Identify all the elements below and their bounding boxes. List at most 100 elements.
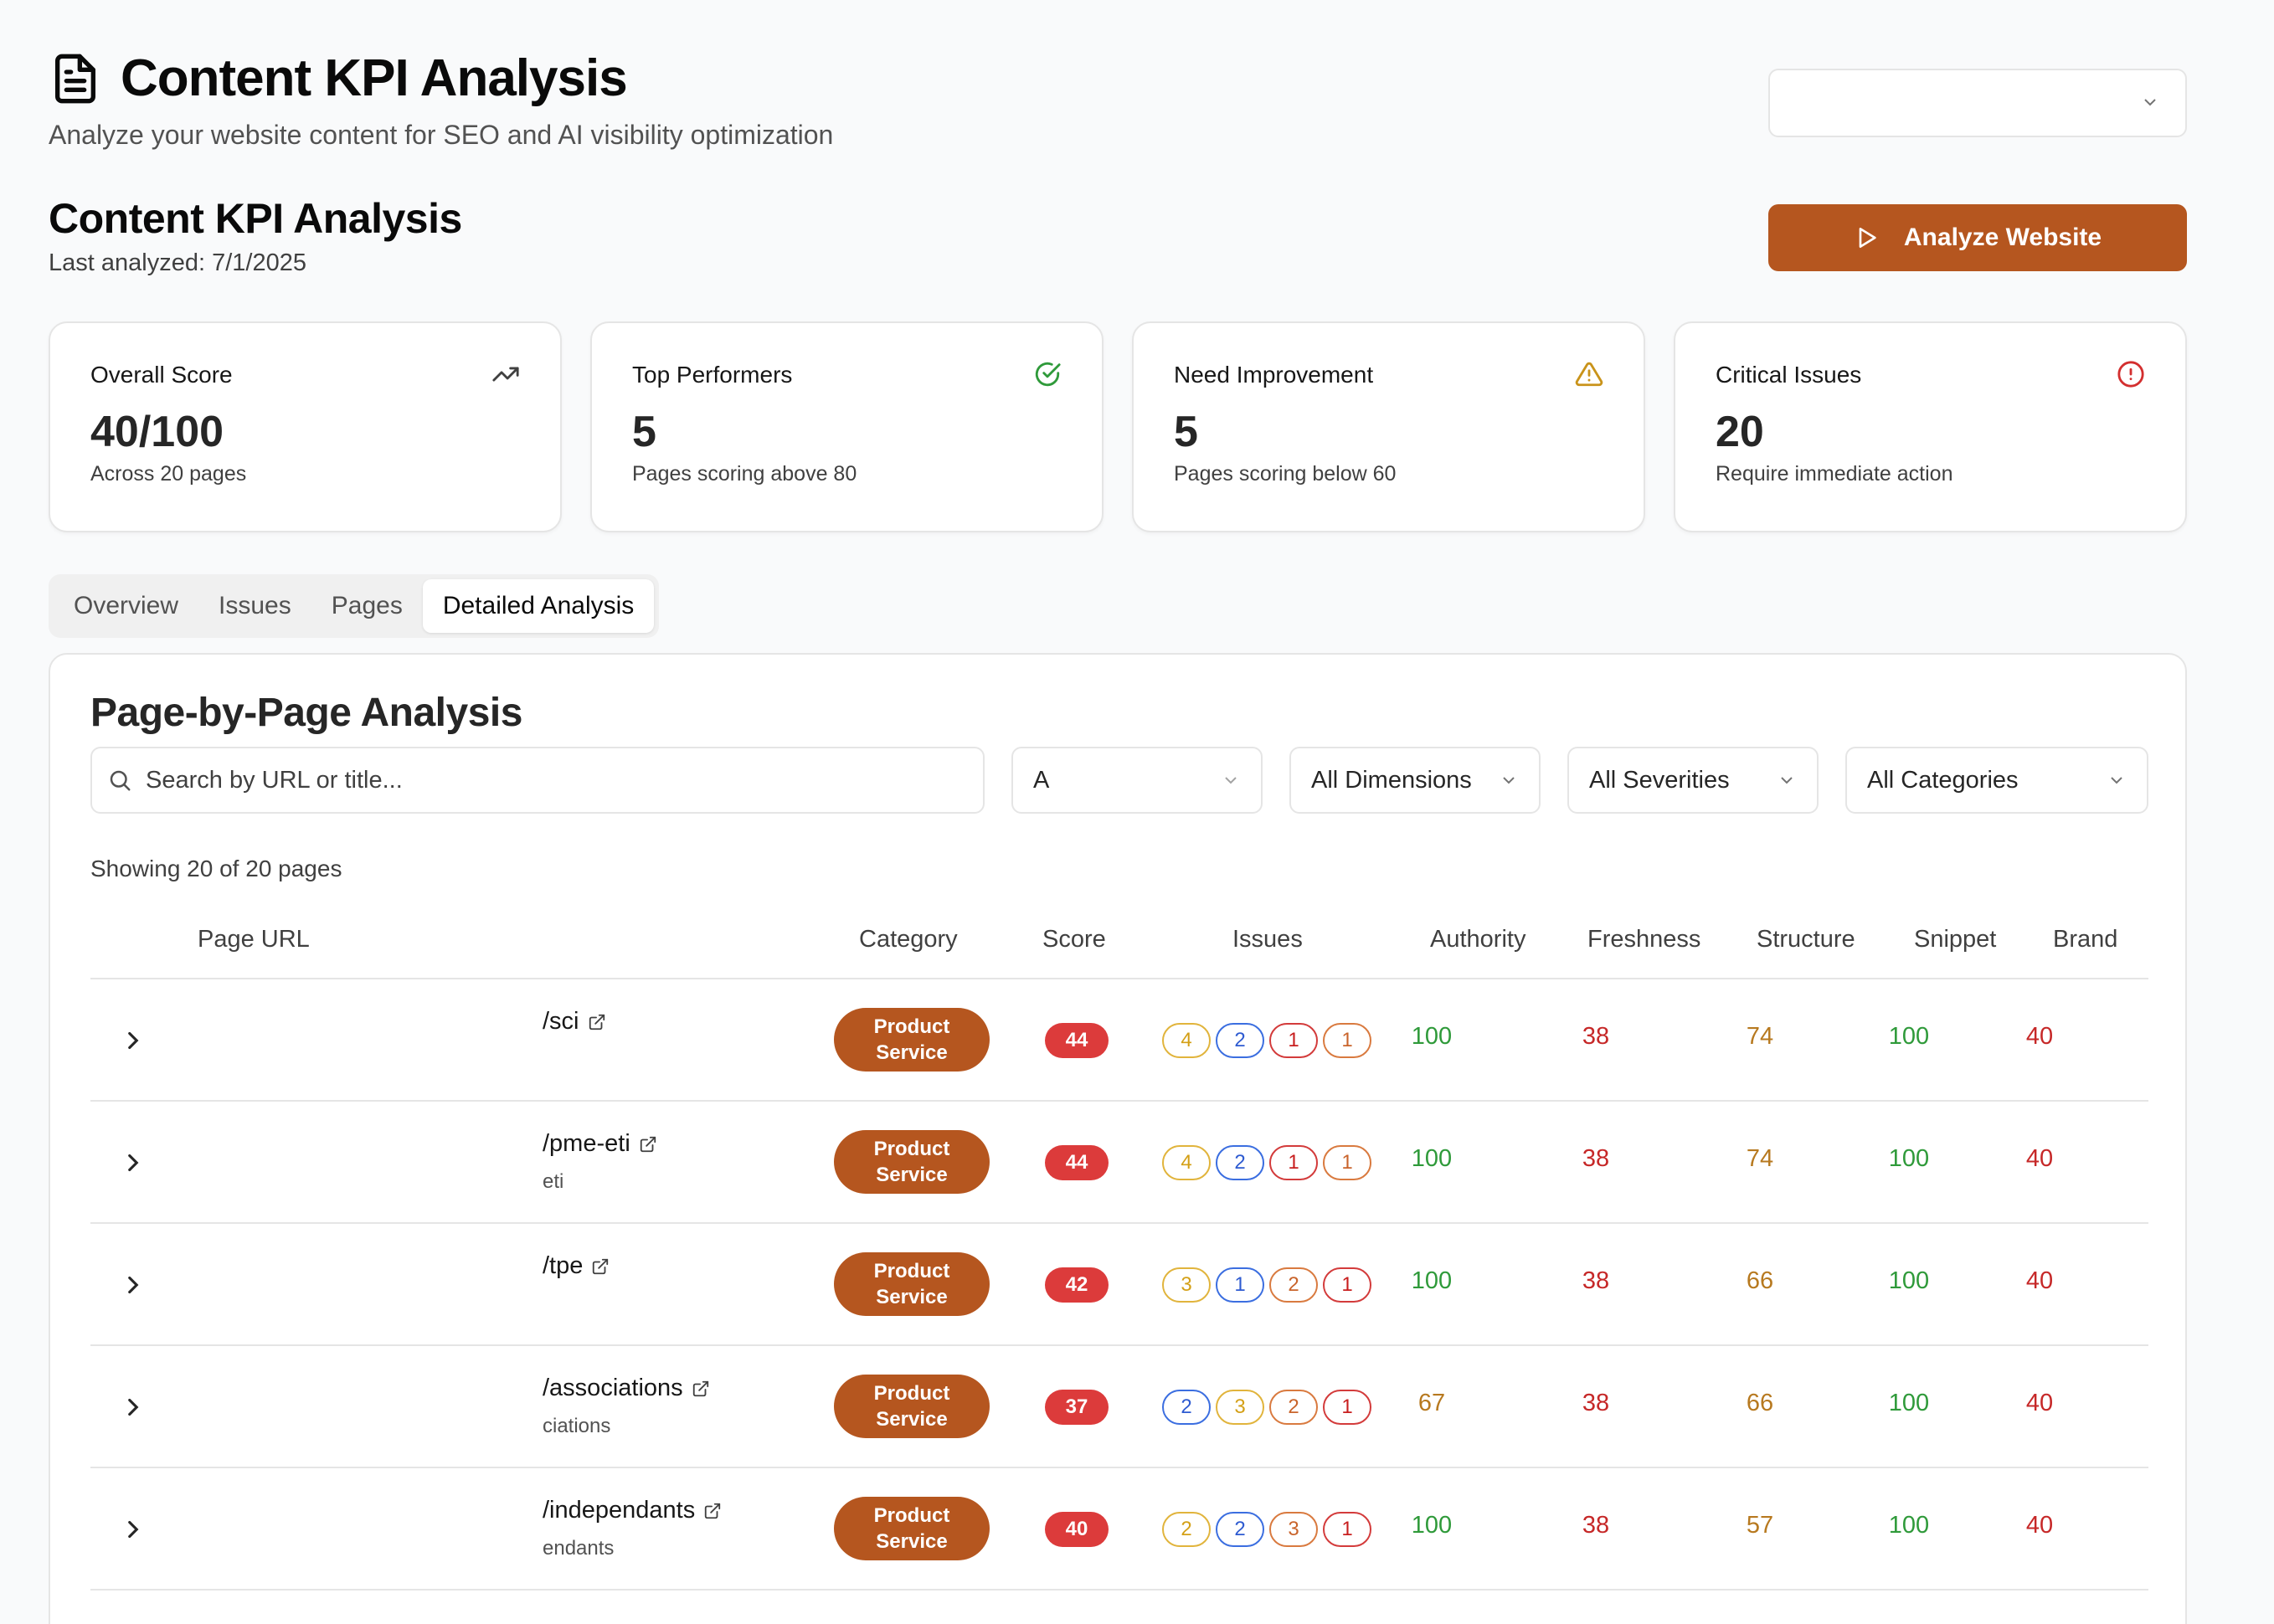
page-url-text: /pme-eti [543, 1130, 630, 1157]
metric-structure: 66 [1746, 1267, 1774, 1294]
issue-count-badge: 2 [1216, 1512, 1264, 1547]
external-link-icon[interactable] [692, 1380, 710, 1398]
page-title-text: endants [543, 1537, 615, 1560]
category-badge: Product Service [834, 1497, 990, 1560]
metric-freshness: 38 [1582, 1390, 1610, 1416]
external-link-icon[interactable] [588, 1013, 606, 1031]
analyze-website-label: Analyze Website [1903, 224, 2102, 251]
table-row[interactable]: /pme-eti eti Product Service 44 4211 100… [90, 1102, 2148, 1224]
page-header: Content KPI Analysis Analyze your websit… [49, 49, 2187, 157]
play-icon [1859, 228, 1876, 248]
th-page-url[interactable]: Page URL [198, 926, 310, 953]
metric-freshness: 38 [1582, 1145, 1610, 1172]
chevron-right-icon[interactable] [119, 1515, 147, 1544]
category-badge: Product Service [834, 1130, 990, 1194]
page-url-link[interactable]: /pme-eti [543, 1130, 657, 1158]
chevron-right-icon[interactable] [119, 1149, 147, 1177]
table-row[interactable]: /sci Product Service 44 4211 100 38 74 1… [90, 979, 2148, 1102]
page-url-link[interactable]: /tpe [543, 1252, 610, 1280]
score-badge: 37 [1045, 1390, 1109, 1425]
filter-severities[interactable]: All Severities [1567, 747, 1819, 814]
page-url-text: /independants [543, 1497, 696, 1524]
chevron-right-icon[interactable] [119, 1393, 147, 1421]
tab-bar: Overview Issues Pages Detailed Analysis [49, 574, 660, 638]
page-url-link[interactable]: /independants [543, 1497, 722, 1524]
chevron-right-icon[interactable] [119, 1026, 147, 1055]
section-header: Content KPI Analysis Last analyzed: 7/1/… [49, 194, 462, 277]
category-line: Service [876, 1530, 948, 1553]
table-body: /sci Product Service 44 4211 100 38 74 1… [90, 979, 2148, 1591]
issues-badges: 4211 [1162, 1023, 1371, 1058]
issue-count-badge: 1 [1323, 1512, 1371, 1547]
th-score[interactable]: Score [1042, 926, 1106, 953]
filter-select-1-value: A [1033, 766, 1050, 794]
filter-categories[interactable]: All Categories [1845, 747, 2148, 814]
issue-count-badge: 2 [1162, 1390, 1211, 1425]
th-category[interactable]: Category [859, 926, 958, 953]
issues-badges: 3121 [1162, 1267, 1371, 1303]
external-link-icon[interactable] [639, 1135, 657, 1154]
metric-snippet: 100 [1888, 1390, 1930, 1416]
metric-brand: 40 [2025, 1390, 2054, 1416]
issues-badges: 4211 [1162, 1145, 1371, 1180]
external-link-icon[interactable] [591, 1257, 610, 1276]
tab-overview[interactable]: Overview [54, 579, 198, 633]
table-row[interactable]: /associations ciations Product Service 3… [90, 1346, 2148, 1468]
tab-issues[interactable]: Issues [198, 579, 311, 633]
kpi-card-sub: Pages scoring above 80 [632, 462, 857, 486]
th-structure[interactable]: Structure [1757, 926, 1855, 953]
issue-count-badge: 3 [1269, 1512, 1318, 1547]
metric-brand: 40 [2025, 1267, 2054, 1294]
chevron-right-icon[interactable] [119, 1271, 147, 1299]
table-header: Page URL Category Score Issues Authority… [90, 904, 2148, 979]
metric-brand: 40 [2025, 1145, 2054, 1172]
filter-dimensions-value: All Dimensions [1311, 766, 1472, 794]
alert-circle-icon [2117, 361, 2144, 388]
search-input[interactable]: Search by URL or title... [90, 747, 985, 814]
category-line: Product [873, 1015, 950, 1038]
search-icon [110, 770, 131, 791]
table-row[interactable]: /independants endants Product Service 40… [90, 1468, 2148, 1591]
filter-dimensions[interactable]: All Dimensions [1289, 747, 1541, 814]
metric-authority: 100 [1411, 1512, 1453, 1539]
trending-up-icon [492, 367, 519, 382]
page: Content KPI Analysis Analyze your websit… [0, 0, 2274, 1624]
metric-snippet: 100 [1888, 1023, 1930, 1050]
th-authority[interactable]: Authority [1430, 926, 1525, 953]
kpi-card-value: 40/100 [90, 408, 224, 456]
th-brand[interactable]: Brand [2053, 926, 2117, 953]
page-url-link[interactable]: /sci [543, 1008, 606, 1036]
issue-count-badge: 2 [1216, 1023, 1264, 1058]
issue-count-badge: 2 [1269, 1267, 1318, 1303]
metric-authority: 67 [1417, 1390, 1446, 1416]
metric-authority: 100 [1411, 1023, 1453, 1050]
kpi-card-value: 5 [1174, 408, 1198, 456]
website-select[interactable] [1768, 69, 2187, 137]
score-badge: 44 [1045, 1145, 1109, 1180]
metric-structure: 74 [1746, 1023, 1774, 1050]
th-issues[interactable]: Issues [1232, 926, 1303, 953]
issue-count-badge: 4 [1162, 1023, 1211, 1058]
category-line: Product [873, 1138, 950, 1160]
issue-count-badge: 1 [1269, 1145, 1318, 1180]
page-url-link[interactable]: /associations [543, 1375, 710, 1402]
pages-table: Page URL Category Score Issues Authority… [90, 904, 2148, 1591]
th-snippet[interactable]: Snippet [1914, 926, 1996, 953]
table-row[interactable]: /tpe Product Service 42 3121 100 38 66 1… [90, 1224, 2148, 1346]
metric-authority: 100 [1411, 1145, 1453, 1172]
score-badge: 44 [1045, 1023, 1109, 1058]
check-circle-icon [1035, 362, 1061, 387]
th-freshness[interactable]: Freshness [1587, 926, 1700, 953]
analyze-website-button[interactable]: Analyze Website [1768, 204, 2187, 271]
tab-detailed-analysis[interactable]: Detailed Analysis [422, 579, 655, 633]
external-link-icon[interactable] [703, 1502, 722, 1520]
document-icon [49, 52, 102, 105]
issue-count-badge: 1 [1323, 1267, 1371, 1303]
kpi-card-label: Need Improvement [1174, 362, 1374, 388]
tab-pages[interactable]: Pages [311, 579, 423, 633]
category-line: Service [876, 1041, 948, 1064]
kpi-card-sub: Across 20 pages [90, 462, 247, 486]
category-badge: Product Service [834, 1375, 990, 1438]
filter-select-1[interactable]: A [1011, 747, 1263, 814]
analysis-panel: Page-by-Page Analysis Search by URL or t… [49, 653, 2187, 1624]
